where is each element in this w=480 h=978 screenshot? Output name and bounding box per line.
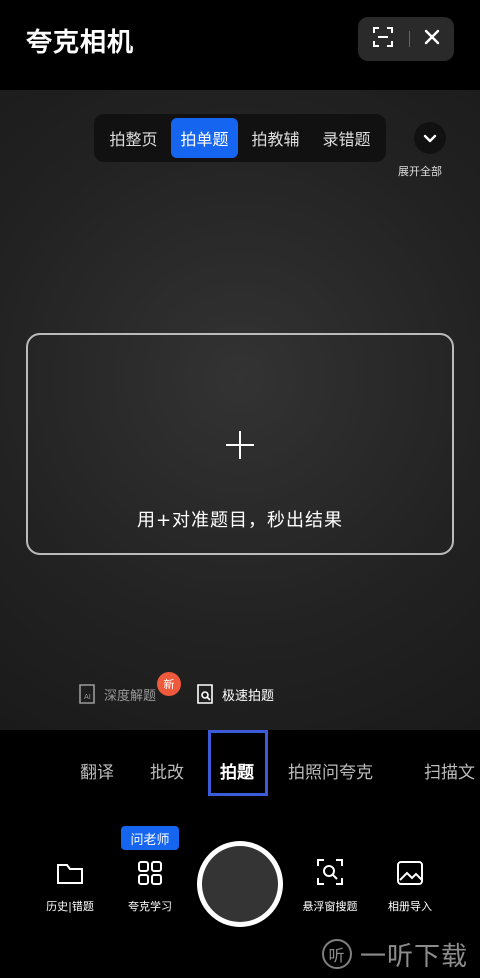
history-button[interactable]: 历史|错题: [30, 856, 110, 914]
focus-highlight-box: [208, 730, 268, 796]
chevron-down-icon: [423, 129, 437, 148]
new-badge: 新: [157, 672, 181, 696]
album-import-button[interactable]: 相册导入: [370, 856, 450, 914]
ask-teacher-badge[interactable]: 问老师: [121, 826, 179, 850]
shutter-inner: [202, 846, 278, 922]
scan-search-icon: [317, 859, 343, 885]
mode-tab-textbook[interactable]: 拍教辅: [242, 118, 309, 158]
watermark: 听 一听下载: [322, 934, 468, 974]
scan-frame-icon[interactable]: [372, 26, 394, 52]
shutter-button[interactable]: [197, 841, 283, 927]
float-search-button[interactable]: 悬浮窗搜题: [290, 856, 370, 914]
album-import-label: 相册导入: [388, 900, 432, 913]
ai-doc-icon: AI: [79, 684, 95, 704]
mode-tab-wrong-questions[interactable]: 录错题: [313, 118, 380, 158]
deep-solve-option[interactable]: AI 深度解题: [78, 684, 156, 704]
fast-solve-label: 极速拍题: [222, 688, 275, 704]
mode-tabs: 拍整页 拍单题 拍教辅 录错题: [94, 114, 386, 162]
close-icon[interactable]: [424, 29, 440, 49]
watermark-logo-icon: 听: [322, 939, 352, 969]
history-label: 历史|错题: [46, 900, 94, 913]
folder-icon: [57, 864, 83, 884]
svg-text:AI: AI: [84, 693, 91, 701]
func-tab-correct[interactable]: 批改: [150, 758, 184, 783]
app-title: 夸克相机: [26, 28, 135, 58]
func-tab-scan[interactable]: 扫描文: [424, 758, 475, 783]
mode-tab-whole-page[interactable]: 拍整页: [100, 118, 167, 158]
expand-all-button[interactable]: [414, 122, 446, 154]
mode-tab-single-question[interactable]: 拍单题: [171, 118, 238, 158]
doc-search-icon: [197, 684, 213, 704]
fast-solve-option[interactable]: 极速拍题: [196, 684, 274, 704]
expand-all-label: 展开全部: [398, 165, 442, 178]
crosshair-plus-icon: [226, 431, 254, 459]
image-icon: [397, 861, 423, 885]
float-search-label: 悬浮窗搜题: [302, 900, 358, 913]
deep-solve-label: 深度解题: [104, 688, 157, 704]
grid-icon: [138, 861, 162, 885]
top-controls: [358, 17, 454, 61]
frame-hint: 用+对准题目，秒出结果: [136, 510, 344, 531]
quark-study-button[interactable]: 夸克学习: [110, 856, 190, 914]
quark-study-label: 夸克学习: [128, 900, 172, 913]
top-bar: 夸克相机: [0, 0, 480, 90]
divider: [408, 31, 410, 47]
func-tab-translate[interactable]: 翻译: [80, 758, 114, 783]
watermark-text: 一听下载: [360, 941, 469, 972]
func-tab-ask-quark[interactable]: 拍照问夸克: [288, 758, 373, 783]
